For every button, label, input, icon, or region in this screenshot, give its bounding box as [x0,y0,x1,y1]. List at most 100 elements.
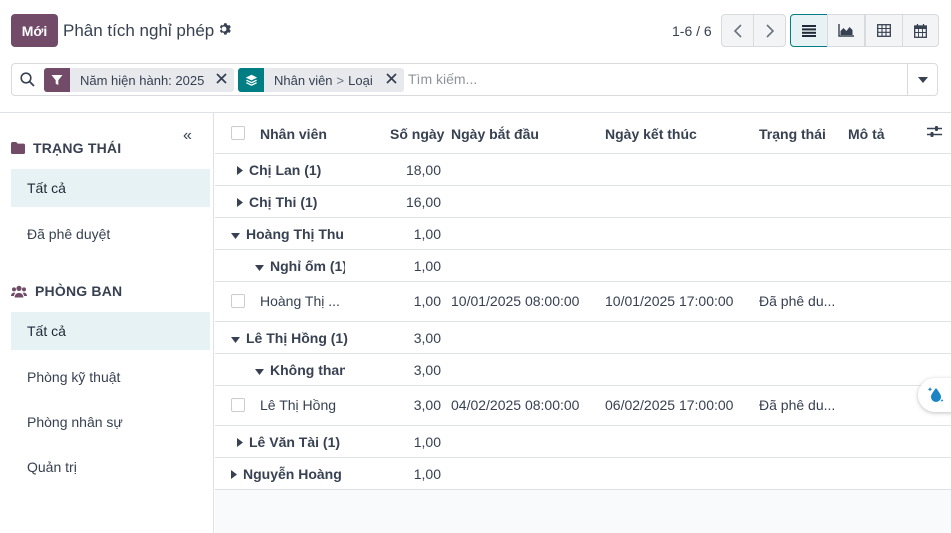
row-checkbox[interactable] [231,398,245,412]
cell-days: 1,00 [413,293,441,309]
cell-status: Đã phê du... [759,397,836,413]
caret-right-icon [237,434,243,450]
filter-facet-label: Năm hiện hành: 2025 [80,72,205,88]
optional-columns-icon[interactable] [927,125,942,141]
cell-start-date: 04/02/2025 08:00:00 [451,397,580,413]
group-name: Chị Thi (1) [249,194,318,210]
select-all-checkbox[interactable] [231,126,245,140]
list-icon [802,24,816,37]
department-heading-label: PHÒNG BAN [35,283,123,299]
caret-right-icon [237,162,243,178]
search-bar[interactable]: Năm hiện hành: 2025 Nhân viên > Loại [11,63,938,96]
group-name: Không thanh [270,362,345,378]
table-group-row[interactable]: Lê Văn Tài (1) 1,00 [215,426,951,458]
status-heading-label: TRẠNG THÁI [33,140,122,156]
group-label: Hoàng Thị Thu ( [231,226,345,242]
caret-down-icon [255,258,264,274]
cell-days: 3,00 [413,397,441,413]
table-group-row[interactable]: Chị Thi (1) 16,00 [215,186,951,218]
pivot-view-button[interactable] [865,14,903,47]
cell-employee: Hoàng Thị ... [260,293,340,309]
group-days: 16,00 [405,194,441,210]
group-days: 3,00 [413,362,441,378]
collapse-panel-icon[interactable]: « [183,127,192,145]
caret-right-icon [237,194,243,210]
search-input[interactable] [408,71,898,87]
caret-down-icon [231,226,240,242]
cell-status: Đã phê du... [759,293,836,309]
table-header: Nhân viên Số ngày Ngày bắt đầu Ngày kết … [215,113,951,154]
chevron-right-icon [765,23,774,38]
chevron-left-icon [733,23,742,38]
table-group-row[interactable]: Chị Lan (1) 18,00 [215,154,951,186]
status-item-approved[interactable]: Đã phê duyệt [11,215,210,253]
caret-down-icon [231,330,240,346]
table-icon [877,24,891,37]
calendar-view-button[interactable] [902,14,939,47]
cell-end-date: 06/02/2025 17:00:00 [605,397,734,413]
search-options-toggle[interactable] [907,64,937,95]
search-icon[interactable] [20,72,35,90]
remove-groupby-icon[interactable] [386,72,397,87]
table-row[interactable]: Hoàng Thị ... 1,00 10/01/2025 08:00:00 1… [215,282,951,322]
table-subgroup-row[interactable]: Nghỉ ốm (1) 1,00 [215,250,951,282]
department-item-hr[interactable]: Phòng nhân sự [11,403,210,441]
table-row[interactable]: Lê Thị Hồng 3,00 04/02/2025 08:00:00 06/… [215,386,951,426]
status-section-heading: TRẠNG THÁI [11,140,121,156]
graph-view-button[interactable] [827,14,865,47]
group-label: Chị Thi (1) [237,194,317,210]
pager-previous-button[interactable] [721,14,754,47]
table-subgroup-row[interactable]: Không thanh 3,00 [215,354,951,386]
caret-down-icon [917,76,928,83]
table-group-row[interactable]: Nguyễn Hoàng A 1,00 [215,458,951,490]
group-days: 18,00 [405,162,441,178]
table-group-row[interactable]: Lê Thị Hồng (1) 3,00 [215,322,951,354]
pager-next-button[interactable] [753,14,786,47]
groupby-facet[interactable]: Nhân viên > Loại [238,68,404,92]
column-header-end-date[interactable]: Ngày kết thúc [605,126,697,142]
list-table: Nhân viên Số ngày Ngày bắt đầu Ngày kết … [215,113,951,533]
group-label: Lê Thị Hồng (1) [231,330,348,346]
group-days: 1,00 [413,466,441,482]
filter-facet[interactable]: Năm hiện hành: 2025 [44,68,234,92]
users-icon [11,285,27,298]
department-section-heading: PHÒNG BAN [11,283,122,299]
search-panel: « TRẠNG THÁI Tất cả Đã phê duyệt PHÒNG B… [0,113,214,533]
assistant-button[interactable] [918,378,951,412]
group-days: 1,00 [413,258,441,274]
row-checkbox[interactable] [231,294,245,308]
group-label: Nguyễn Hoàng A [231,466,345,482]
caret-right-icon [231,466,237,482]
remove-filter-icon[interactable] [216,72,227,87]
list-view-button[interactable] [790,14,828,47]
group-name: Hoàng Thị Thu ( [246,226,345,242]
department-item-engineering[interactable]: Phòng kỹ thuật [11,358,210,396]
filter-icon [44,68,70,92]
groupby-label-employee: Nhân viên [274,72,333,88]
gear-icon[interactable] [217,22,233,38]
group-name: Nguyễn Hoàng A [243,466,345,482]
group-name: Chị Lan (1) [249,162,322,178]
department-item-admin[interactable]: Quản trị [11,448,210,486]
group-label: Không thanh [255,362,345,378]
group-days: 1,00 [413,434,441,450]
page-title: Phân tích nghỉ phép [63,21,215,40]
cell-start-date: 10/01/2025 08:00:00 [451,293,580,309]
calendar-icon [914,23,927,38]
status-item-all[interactable]: Tất cả [11,169,210,207]
column-header-status[interactable]: Trạng thái [759,126,826,142]
group-label: Lê Văn Tài (1) [237,434,340,450]
column-header-description[interactable]: Mô tả [848,126,885,142]
new-button[interactable]: Mới [11,14,58,47]
groupby-label-type: Loại [348,72,373,88]
column-header-days[interactable]: Số ngày [390,126,444,142]
department-item-all[interactable]: Tất cả [11,312,210,350]
column-header-employee[interactable]: Nhân viên [260,126,327,142]
group-label: Nghỉ ốm (1) [255,258,345,274]
table-group-row[interactable]: Hoàng Thị Thu ( 1,00 [215,218,951,250]
pager-value[interactable]: 1-6 / 6 [672,23,712,39]
caret-down-icon [255,362,264,378]
area-chart-icon [838,24,854,37]
column-header-start-date[interactable]: Ngày bắt đầu [451,126,539,142]
folder-icon [11,142,25,154]
